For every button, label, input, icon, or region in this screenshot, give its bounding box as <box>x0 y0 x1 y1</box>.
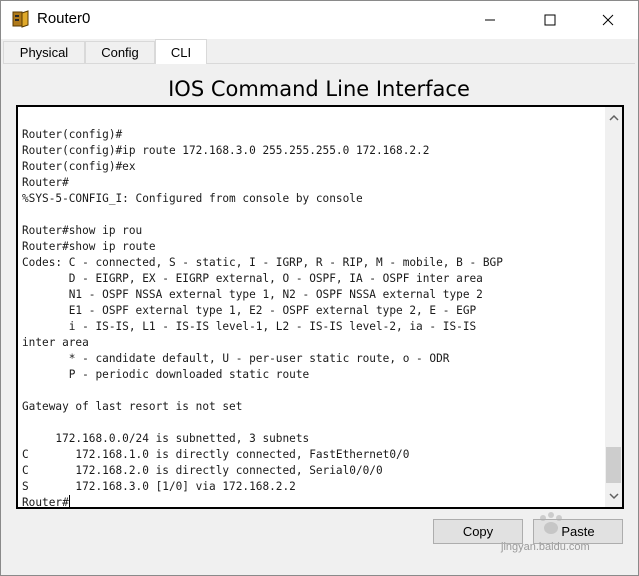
terminal-line: Router(config)# <box>22 128 123 141</box>
terminal-line: Router# <box>22 176 69 189</box>
minimize-button[interactable] <box>467 1 513 39</box>
terminal-line: C 172.168.2.0 is directly connected, Ser… <box>22 464 383 477</box>
chevron-down-icon <box>608 492 619 499</box>
maximize-button[interactable] <box>527 1 573 39</box>
scroll-up-button[interactable] <box>605 109 622 126</box>
terminal-line: Codes: C - connected, S - static, I - IG… <box>22 256 503 269</box>
cli-heading: IOS Command Line Interface <box>168 77 470 101</box>
terminal-line: C 172.168.1.0 is directly connected, Fas… <box>22 448 410 461</box>
window-title: Router0 <box>37 10 91 27</box>
close-button[interactable] <box>585 1 631 39</box>
tab-physical[interactable]: Physical <box>3 41 85 63</box>
scroll-thumb[interactable] <box>606 447 621 483</box>
terminal-line: Router#show ip route <box>22 240 156 253</box>
terminal-line: inter area <box>22 336 89 349</box>
terminal-line: * - candidate default, U - per-user stat… <box>68 352 450 365</box>
terminal-scrollbar[interactable] <box>605 107 622 507</box>
terminal-line: Router#show ip rou <box>22 224 143 237</box>
terminal-line: %SYS-5-CONFIG_I: Configured from console… <box>22 192 363 205</box>
tab-bar: Physical Config CLI <box>1 39 638 64</box>
tab-cli[interactable]: CLI <box>155 39 207 64</box>
terminal-line: i - IS-IS, L1 - IS-IS level-1, L2 - IS-I… <box>68 320 477 333</box>
terminal-line: 172.168.0.0/24 is subnetted, 3 subnets <box>55 432 310 445</box>
terminal-output-lines: Router(config)# Router(config)#ip route … <box>22 128 503 493</box>
tab-config[interactable]: Config <box>85 41 155 63</box>
cli-panel: IOS Command Line Interface Router(config… <box>3 63 635 572</box>
router-app-icon <box>12 10 29 28</box>
title-bar: Router0 <box>1 1 638 39</box>
maximize-icon <box>544 14 556 26</box>
close-icon <box>602 14 614 26</box>
router-window: Router0 Physical Config CLI IOS Command … <box>0 0 639 576</box>
terminal-output[interactable]: Router(config)# Router(config)#ip route … <box>22 127 602 509</box>
terminal-line: Router(config)#ip route 172.168.3.0 255.… <box>22 144 430 157</box>
watermark-url: jingyan.baidu.com <box>501 541 590 553</box>
terminal-line: D - EIGRP, EX - EIGRP external, O - OSPF… <box>68 272 483 285</box>
terminal-line: N1 - OSPF NSSA external type 1, N2 - OSP… <box>68 288 483 301</box>
terminal-line: E1 - OSPF external type 1, E2 - OSPF ext… <box>68 304 477 317</box>
chevron-up-icon <box>608 114 619 121</box>
terminal-prompt-line: Router# <box>22 495 70 509</box>
minimize-icon <box>485 19 495 21</box>
terminal-line: S 172.168.3.0 [1/0] via 172.168.2.2 <box>22 480 296 493</box>
scroll-down-button[interactable] <box>605 487 622 504</box>
terminal-line: Router(config)#ex <box>22 160 136 173</box>
terminal-line: Gateway of last resort is not set <box>22 400 243 413</box>
text-cursor <box>68 495 70 507</box>
terminal-prompt: Router# <box>22 496 69 509</box>
terminal-console[interactable]: Router(config)# Router(config)#ip route … <box>16 105 624 509</box>
terminal-line: P - periodic downloaded static route <box>68 368 310 381</box>
